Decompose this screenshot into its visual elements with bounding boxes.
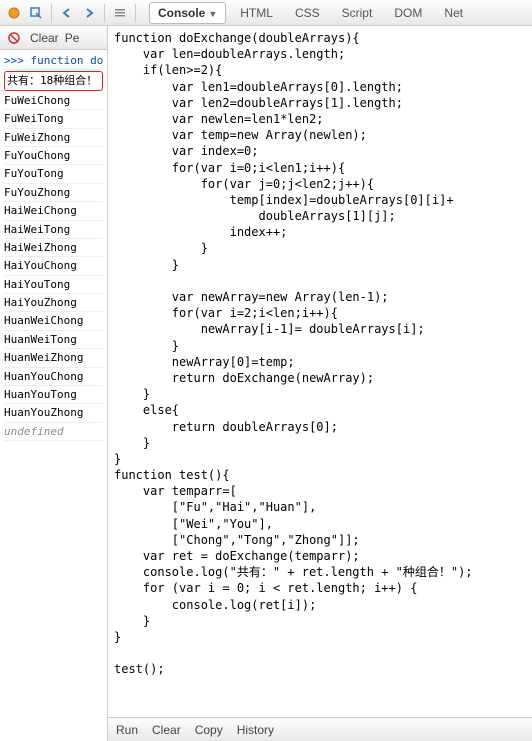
tab-label: Script: [342, 6, 373, 20]
log-line: FuYouZhong: [4, 184, 103, 202]
log-line: HuanYouTong: [4, 386, 103, 404]
tab-label: CSS: [295, 6, 320, 20]
log-line: HaiYouZhong: [4, 294, 103, 312]
log-line: HaiYouChong: [4, 257, 103, 275]
tab-html[interactable]: HTML: [232, 3, 281, 23]
log-line: >>> function doExchange(doubl var 1en=d.…: [4, 52, 103, 70]
run-button[interactable]: Run: [116, 723, 138, 737]
log-line: HaiWeiChong: [4, 202, 103, 220]
tab-dom[interactable]: DOM: [386, 3, 430, 23]
tab-label: HTML: [240, 6, 273, 20]
log-line: FuYouChong: [4, 147, 103, 165]
chevron-down-icon: ▼: [208, 9, 217, 19]
inspect-icon[interactable]: [26, 3, 46, 23]
console-output-panel: Clear Pe >>> function doExchange(doubl v…: [0, 26, 108, 741]
firebug-icon[interactable]: [4, 3, 24, 23]
persist-button[interactable]: Pe: [65, 31, 80, 45]
console-toolbar: Clear Pe: [0, 26, 107, 50]
code-editor[interactable]: function doExchange(doubleArrays){ var l…: [108, 26, 532, 717]
log-line: HuanWeiChong: [4, 312, 103, 330]
clear-button[interactable]: Clear: [30, 31, 59, 45]
log-line: HuanWeiZhong: [4, 349, 103, 367]
tab-script[interactable]: Script: [334, 3, 381, 23]
command-toolbar: Run Clear Copy History: [108, 717, 532, 741]
top-toolbar: Console▼ HTML CSS Script DOM Net: [0, 0, 532, 26]
log-line: FuYouTong: [4, 165, 103, 183]
main-area: Clear Pe >>> function doExchange(doubl v…: [0, 26, 532, 741]
log-line: HuanYouZhong: [4, 404, 103, 422]
console-log[interactable]: >>> function doExchange(doubl var 1en=d.…: [0, 50, 107, 741]
copy-button[interactable]: Copy: [195, 723, 223, 737]
log-line: HaiWeiTong: [4, 221, 103, 239]
history-button[interactable]: History: [237, 723, 274, 737]
tab-label: Console: [158, 6, 205, 20]
tab-label: Net: [444, 6, 463, 20]
log-line: HuanWeiTong: [4, 331, 103, 349]
tab-bar: Console▼ HTML CSS Script DOM Net: [149, 2, 471, 24]
log-line: FuWeiZhong: [4, 129, 103, 147]
back-icon[interactable]: [57, 3, 77, 23]
log-line: undefined: [4, 423, 103, 441]
separator: [135, 4, 136, 22]
code-panel: function doExchange(doubleArrays){ var l…: [108, 26, 532, 741]
log-line: FuWeiChong: [4, 92, 103, 110]
tab-net[interactable]: Net: [436, 3, 471, 23]
tab-css[interactable]: CSS: [287, 3, 328, 23]
stop-icon[interactable]: [4, 28, 24, 48]
menu-icon[interactable]: [110, 3, 130, 23]
clear-button[interactable]: Clear: [152, 723, 181, 737]
log-line: 共有：18种组合！: [4, 71, 103, 90]
forward-icon[interactable]: [79, 3, 99, 23]
tab-console[interactable]: Console▼: [149, 2, 226, 24]
code-content: function doExchange(doubleArrays){ var l…: [114, 30, 526, 678]
log-line: HaiWeiZhong: [4, 239, 103, 257]
separator: [104, 4, 105, 22]
log-line: FuWeiTong: [4, 110, 103, 128]
log-line: HaiYouTong: [4, 276, 103, 294]
tab-label: DOM: [394, 6, 422, 20]
separator: [51, 4, 52, 22]
log-line: HuanYouChong: [4, 368, 103, 386]
